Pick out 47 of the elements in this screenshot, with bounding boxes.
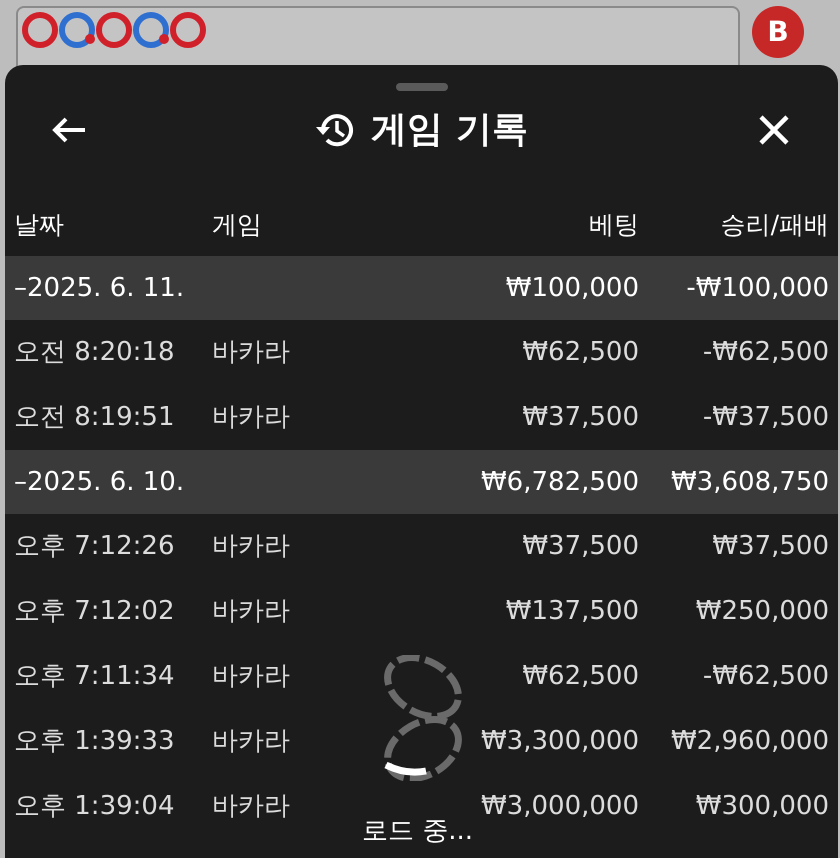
time-cell-text: 오전 8:19:51 xyxy=(13,401,176,434)
drag-handle[interactable] xyxy=(396,83,448,91)
date-group-row[interactable]: –2025. 6. 10. ₩6,782,500 ₩3,608,750 xyxy=(5,450,838,514)
history-icon xyxy=(315,111,356,149)
result-cell-text: -₩62,500 xyxy=(702,336,829,369)
group-result-total: ₩3,608,750 xyxy=(670,466,829,498)
result-cell-text: -₩37,500 xyxy=(702,401,829,434)
time-cell-text: 오후 7:12:02 xyxy=(13,595,176,628)
game-cell-text: 바카라 xyxy=(211,790,291,823)
game-cell-text: 바카라 xyxy=(211,336,291,369)
column-header: 승리/패배 xyxy=(720,209,829,242)
group-date: –2025. 6. 11. xyxy=(13,272,186,304)
bet-cell-text: ₩137,500 xyxy=(504,595,639,628)
game-cell-text: 바카라 xyxy=(211,725,291,758)
group-result-total: -₩100,000 xyxy=(685,272,829,304)
time-cell-text: 오후 1:39:04 xyxy=(13,790,176,823)
result-cell-text: -₩62,500 xyxy=(702,660,829,693)
bet-cell-text: ₩3,000,000 xyxy=(480,790,639,823)
game-cell-text: 바카라 xyxy=(211,660,291,693)
loading-label: 로드 중... xyxy=(362,815,474,848)
close-icon xyxy=(758,114,790,146)
game-cell-text: 바카라 xyxy=(211,401,291,434)
result-cell-text: ₩300,000 xyxy=(694,790,829,823)
date-group-row[interactable]: –2025. 6. 11. ₩100,000 -₩100,000 xyxy=(5,256,838,320)
time-cell-text: 오후 7:12:26 xyxy=(13,530,176,563)
bet-cell-text: ₩62,500 xyxy=(521,660,639,693)
bet-cell-text: ₩62,500 xyxy=(521,336,639,369)
time-cell-text: 오후 7:11:34 xyxy=(13,660,176,693)
result-cell-text: ₩250,000 xyxy=(694,595,829,628)
game-cell-text: 바카라 xyxy=(211,595,291,628)
result-cell-text: ₩2,960,000 xyxy=(670,725,829,758)
result-cell-text: ₩37,500 xyxy=(711,530,829,563)
banker-badge: B xyxy=(752,6,804,58)
time-cell-text: 오후 1:39:33 xyxy=(13,725,176,758)
game-cell-text: 바카라 xyxy=(211,530,291,563)
back-icon xyxy=(51,116,87,144)
bet-cell-text: ₩37,500 xyxy=(521,530,639,563)
group-bet-total: ₩100,000 xyxy=(504,272,639,304)
time-cell-text: 오전 8:20:18 xyxy=(13,336,176,369)
bet-cell-text: ₩37,500 xyxy=(521,401,639,434)
group-date: –2025. 6. 10. xyxy=(13,466,186,498)
sheet-title: 게임 기록 xyxy=(371,108,528,152)
group-bet-total: ₩6,782,500 xyxy=(480,466,639,498)
bet-cell-text: ₩3,300,000 xyxy=(480,725,639,758)
column-header: 날짜 xyxy=(13,209,65,242)
column-header: 베팅 xyxy=(588,209,639,242)
column-header: 게임 xyxy=(211,209,263,242)
